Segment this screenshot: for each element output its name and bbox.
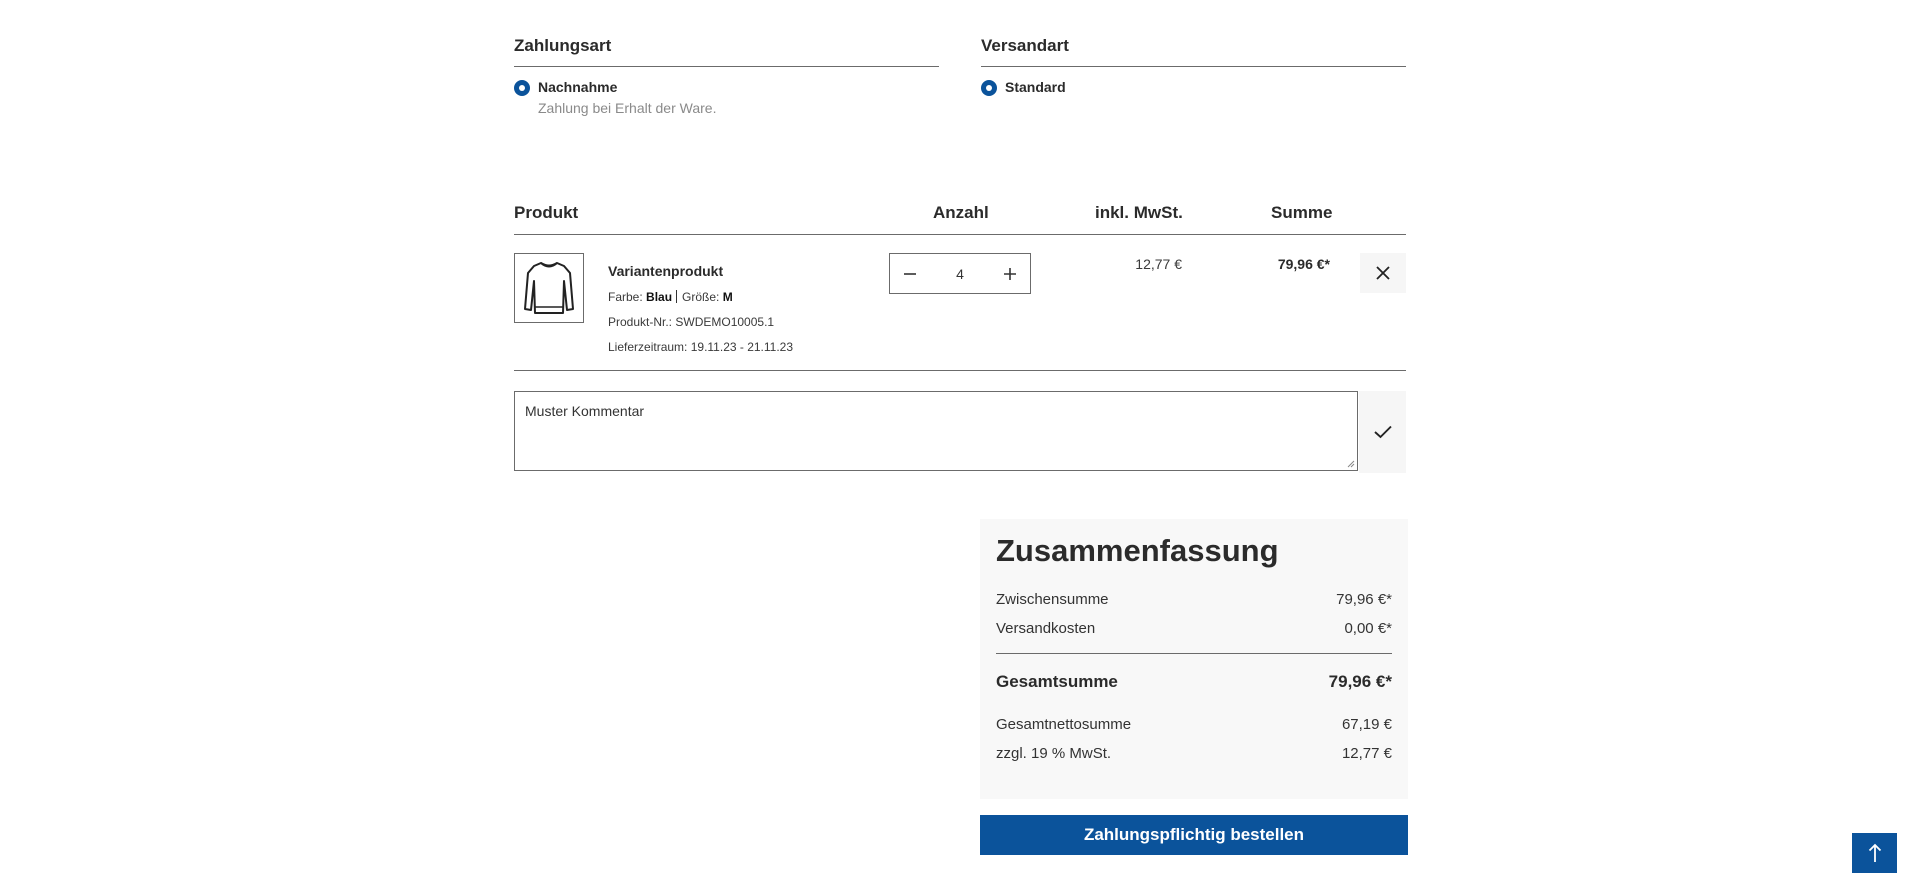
arrow-up-icon (1868, 843, 1881, 862)
place-order-button[interactable]: Zahlungspflichtig bestellen (980, 815, 1408, 855)
plus-icon (1004, 267, 1016, 280)
comment-textarea[interactable]: Muster Kommentar (514, 391, 1358, 471)
payment-method-section: Zahlungsart Nachnahme Zahlung bei Erhalt… (514, 36, 939, 116)
shipping-option[interactable]: Standard (981, 79, 1406, 96)
quantity-value[interactable]: 4 (930, 266, 990, 282)
increase-quantity-button[interactable] (990, 254, 1030, 293)
col-sum-header: Summe (1271, 203, 1333, 222)
variant-info: Farbe: Blau Größe: M (608, 290, 733, 304)
tax-row: zzgl. 19 % MwSt. 12,77 € (996, 745, 1392, 762)
resize-grip-icon[interactable] (1347, 460, 1355, 468)
col-quantity-header: Anzahl (933, 203, 989, 222)
comment-text: Muster Kommentar (525, 403, 645, 419)
col-unit-price-header: inkl. MwSt. (1095, 203, 1183, 222)
scroll-to-top-button[interactable] (1852, 833, 1897, 873)
shipping-radio[interactable] (981, 80, 997, 96)
decrease-quantity-button[interactable] (890, 254, 930, 293)
close-icon (1376, 266, 1390, 280)
summary-title: Zusammenfassung (996, 533, 1279, 568)
subtotal-row: Zwischensumme 79,96 €* (996, 591, 1392, 608)
grand-total-row: Gesamtsumme 79,96 €* (996, 653, 1392, 704)
color-value: Blau (646, 290, 673, 304)
save-comment-button[interactable] (1359, 391, 1406, 473)
order-summary: Zusammenfassung Zwischensumme 79,96 €* V… (980, 519, 1408, 799)
payment-title: Zahlungsart (514, 36, 939, 67)
payment-option[interactable]: Nachnahme Zahlung bei Erhalt der Ware. (514, 79, 939, 116)
longsleeve-shirt-icon (524, 262, 574, 314)
remove-item-button[interactable] (1360, 253, 1406, 293)
net-total-row: Gesamtnettosumme 67,19 € (996, 716, 1392, 733)
shipping-costs-row: Versandkosten 0,00 €* (996, 620, 1392, 637)
payment-radio[interactable] (514, 80, 530, 96)
line-total: 79,96 €* (1277, 256, 1330, 272)
minus-icon (904, 272, 916, 275)
delivery-time: Lieferzeitraum: 19.11.23 - 21.11.23 (608, 340, 794, 354)
divider (676, 290, 678, 303)
line-item: Variantenprodukt Farbe: Blau Größe: M Pro… (514, 234, 1406, 371)
shipping-title: Versandart (981, 36, 1406, 67)
product-name[interactable]: Variantenprodukt (608, 263, 793, 279)
payment-option-label: Nachnahme (538, 79, 618, 95)
quantity-stepper[interactable]: 4 (889, 253, 1031, 294)
item-details: Variantenprodukt Farbe: Blau Größe: M Pro… (608, 263, 793, 354)
shipping-option-label: Standard (1005, 79, 1066, 95)
product-thumbnail[interactable] (514, 253, 584, 323)
checkout-confirm: Zahlungsart Nachnahme Zahlung bei Erhalt… (514, 0, 1408, 896)
checkmark-icon (1373, 425, 1392, 439)
cart-table-header: Produkt Anzahl inkl. MwSt. Summe (514, 203, 1406, 235)
product-number: Produkt-Nr.: SWDEMO10005.1 (608, 315, 775, 329)
shipping-method-section: Versandart Standard (981, 36, 1406, 96)
col-product-header: Produkt (514, 203, 579, 222)
size-value: M (722, 290, 733, 304)
unit-price: 12,77 € (1135, 256, 1182, 272)
payment-option-description: Zahlung bei Erhalt der Ware. (538, 100, 717, 116)
